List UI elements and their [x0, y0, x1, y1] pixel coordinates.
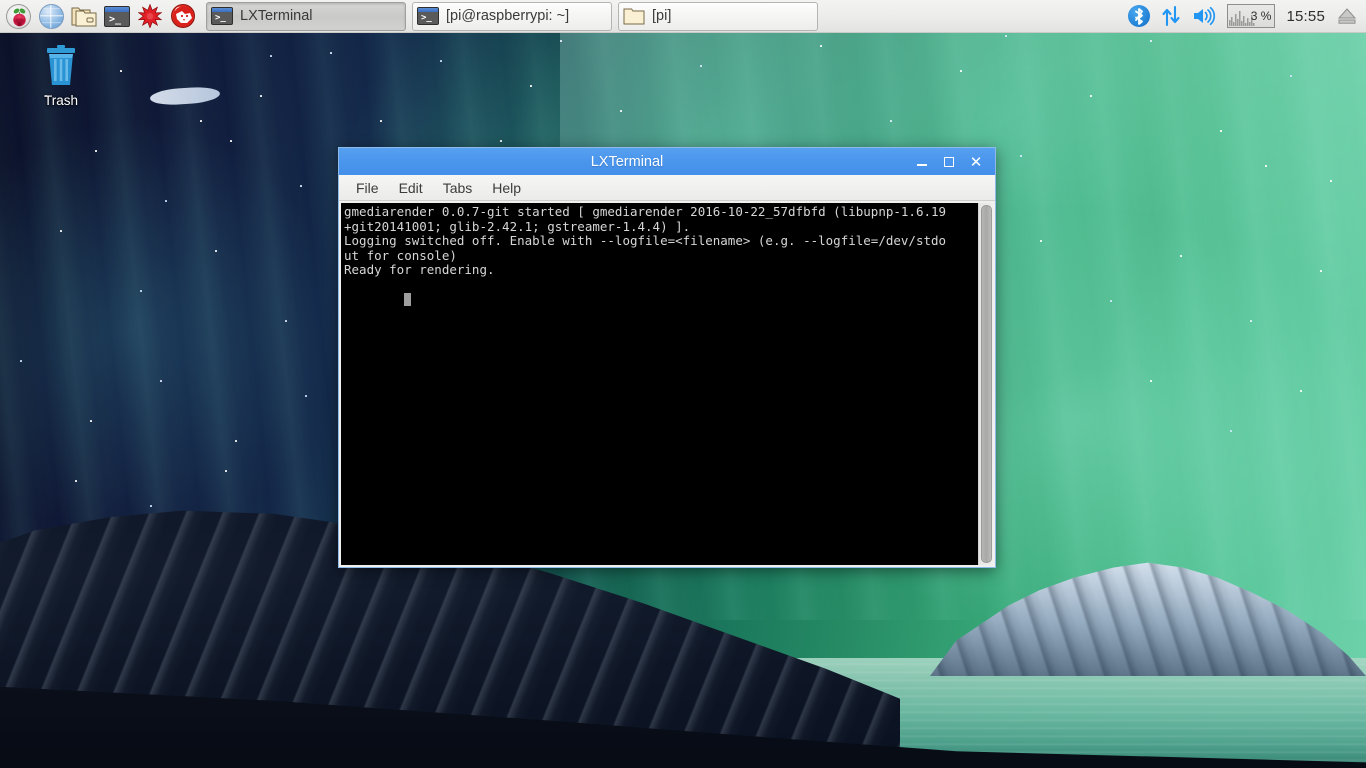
window-menubar: File Edit Tabs Help: [339, 175, 995, 201]
terminal-line: Logging switched off. Enable with --logf…: [344, 234, 976, 249]
window-controls: ✕: [915, 155, 995, 169]
terminal-line: Ready for rendering.: [344, 263, 976, 278]
launcher-terminal[interactable]: >_: [102, 1, 132, 31]
aurora-glow-left: [0, 120, 340, 540]
maximize-icon: [944, 157, 954, 167]
trash-icon: [41, 44, 81, 88]
launcher-mathematica[interactable]: [135, 1, 165, 31]
eject-icon: [1336, 6, 1358, 26]
menu-file[interactable]: File: [347, 177, 388, 199]
minimize-button[interactable]: [915, 155, 929, 169]
clock-label[interactable]: 15:55: [1286, 8, 1325, 25]
close-button[interactable]: ✕: [969, 155, 983, 169]
terminal-icon: >_: [417, 7, 439, 25]
system-tray: 3 % 15:55: [1128, 4, 1366, 28]
tray-volume[interactable]: [1192, 6, 1216, 26]
launcher-file-manager[interactable]: [69, 1, 99, 31]
menu-button-raspberry[interactable]: [3, 1, 33, 31]
terminal-scrollbar[interactable]: [978, 203, 993, 565]
cpu-usage-label: 3 %: [1251, 9, 1272, 23]
desktop-icon-trash[interactable]: Trash: [24, 44, 98, 108]
cpu-monitor[interactable]: 3 %: [1227, 4, 1275, 28]
taskbar-panel: >_: [0, 0, 1366, 33]
folder-icon: [623, 7, 645, 25]
scrollbar-thumb[interactable]: [981, 205, 992, 563]
terminal-cursor-line: [344, 278, 976, 322]
minimize-icon: [917, 164, 927, 166]
maximize-button[interactable]: [942, 155, 956, 169]
task-button-pi-shell[interactable]: >_ [pi@raspberrypi: ~]: [412, 2, 612, 31]
task-button-pi-folder[interactable]: [pi]: [618, 2, 818, 31]
desktop-icon-label: Trash: [44, 93, 78, 108]
terminal-line: gmediarender 0.0.7-git started [ gmediar…: [344, 205, 976, 220]
star-icon: [138, 4, 162, 28]
raspberry-icon: [6, 4, 31, 29]
globe-icon: [39, 4, 64, 29]
launcher-web-browser[interactable]: [36, 1, 66, 31]
network-updown-icon: [1161, 5, 1181, 27]
tray-network[interactable]: [1161, 5, 1181, 27]
task-button-label: LXTerminal: [240, 8, 313, 24]
wolfram-icon: [171, 4, 195, 28]
launcher-wolfram[interactable]: [168, 1, 198, 31]
folder-icon: [71, 6, 97, 27]
launcher-bar: >_: [0, 1, 198, 31]
terminal-line: +git20141001; glib-2.42.1; gstreamer-1.4…: [344, 220, 976, 235]
menu-tabs[interactable]: Tabs: [434, 177, 482, 199]
terminal-icon: >_: [104, 6, 130, 27]
window-title: LXTerminal: [339, 154, 915, 170]
tray-eject[interactable]: [1336, 6, 1358, 26]
terminal-icon: >_: [211, 7, 233, 25]
window-task-list: >_ LXTerminal >_ [pi@raspberrypi: ~] [pi…: [206, 2, 1128, 31]
terminal-screen[interactable]: gmediarender 0.0.7-git started [ gmediar…: [341, 203, 978, 565]
window-titlebar[interactable]: LXTerminal ✕: [339, 148, 995, 175]
terminal-body: gmediarender 0.0.7-git started [ gmediar…: [339, 201, 995, 567]
menu-edit[interactable]: Edit: [390, 177, 432, 199]
close-icon: ✕: [970, 155, 983, 169]
menu-help[interactable]: Help: [483, 177, 530, 199]
volume-icon: [1192, 6, 1216, 26]
terminal-line: ut for console): [344, 249, 976, 264]
bluetooth-icon: [1128, 5, 1150, 27]
task-button-label: [pi@raspberrypi: ~]: [446, 8, 569, 24]
tray-bluetooth[interactable]: [1128, 5, 1150, 27]
task-button-label: [pi]: [652, 8, 671, 24]
task-button-lxterminal[interactable]: >_ LXTerminal: [206, 2, 406, 31]
text-cursor: [404, 293, 411, 306]
lxterminal-window[interactable]: LXTerminal ✕ File Edit Tabs Help gmediar…: [338, 147, 996, 568]
